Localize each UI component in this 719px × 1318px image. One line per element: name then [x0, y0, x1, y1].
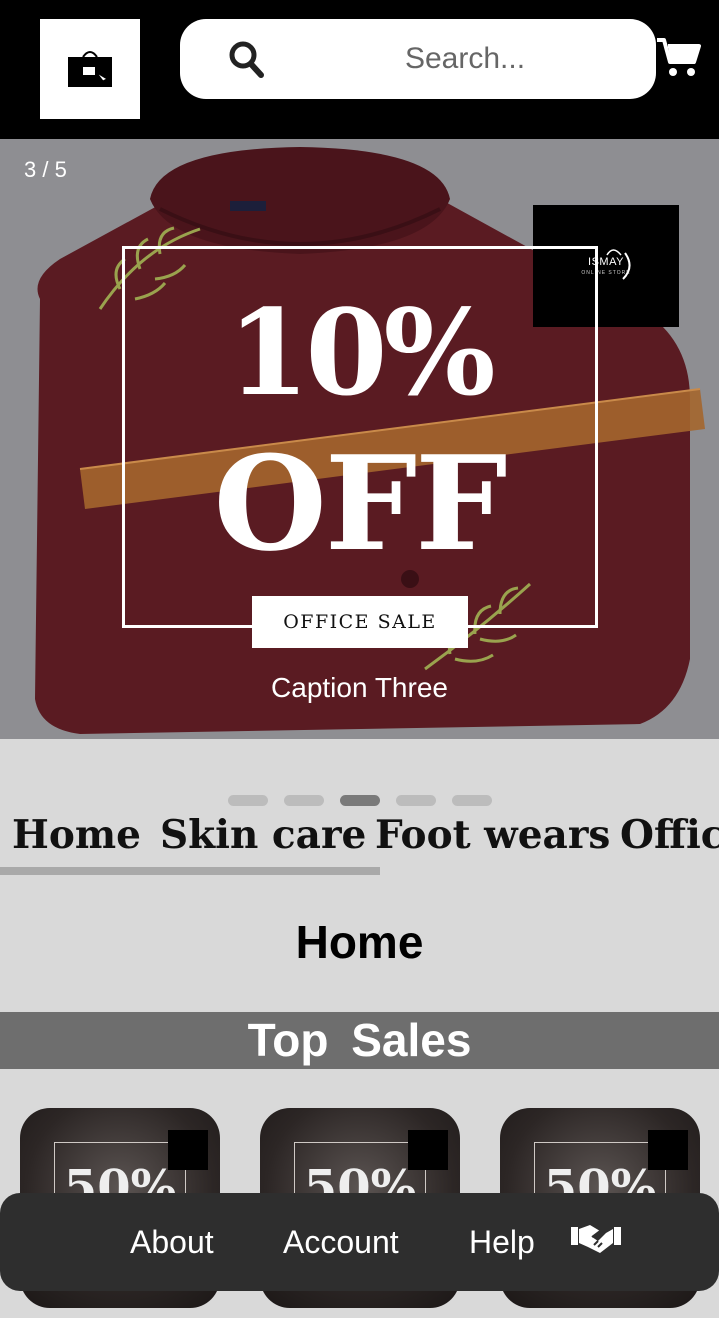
page: 3 / 5 ISMAY ONLINE STORE 10% OFF OFFICE … — [0, 0, 719, 1318]
carousel-indicator-4[interactable] — [396, 795, 436, 806]
promo-percent: 10% — [227, 283, 495, 422]
carousel-indicator-2[interactable] — [284, 795, 324, 806]
search-input[interactable] — [300, 31, 630, 87]
promo-off: OFF — [213, 427, 508, 580]
slide-caption: Caption Three — [271, 672, 448, 703]
category-scrollbar[interactable] — [0, 867, 380, 875]
category-home[interactable]: Home — [12, 812, 141, 858]
header — [0, 0, 719, 139]
category-foot-wears[interactable]: Foot wears — [375, 812, 610, 858]
carousel-indicator-1[interactable] — [228, 795, 268, 806]
promo-carousel[interactable]: 3 / 5 ISMAY ONLINE STORE 10% OFF OFFICE … — [0, 139, 719, 739]
help-link[interactable]: Help — [469, 1193, 535, 1291]
carousel-indicator-3[interactable] — [340, 795, 380, 806]
handshake-icon[interactable] — [570, 1221, 622, 1255]
page-title: Home — [295, 916, 424, 968]
bottom-nav: About Account Help — [0, 1193, 719, 1291]
carousel-indicator-5[interactable] — [452, 795, 492, 806]
top-sales-header: Top Sales — [0, 1012, 719, 1069]
store-logo[interactable] — [40, 19, 140, 119]
about-link[interactable]: About — [130, 1193, 214, 1291]
cart-icon[interactable] — [655, 36, 701, 78]
category-office[interactable]: Office — [620, 812, 719, 858]
search-bar[interactable] — [180, 19, 656, 99]
shopping-bag-logo-icon — [68, 51, 112, 87]
carousel-indicators — [228, 795, 492, 807]
search-icon[interactable] — [228, 39, 264, 79]
brand-bag-icon — [606, 249, 631, 280]
promo-tag: OFFICE SALE — [252, 596, 468, 648]
category-nav[interactable]: Home Skin care Foot wears Office — [0, 812, 719, 862]
account-link[interactable]: Account — [283, 1193, 399, 1291]
slide-counter: 3 / 5 — [24, 157, 67, 182]
category-skin-care[interactable]: Skin care — [160, 812, 366, 858]
